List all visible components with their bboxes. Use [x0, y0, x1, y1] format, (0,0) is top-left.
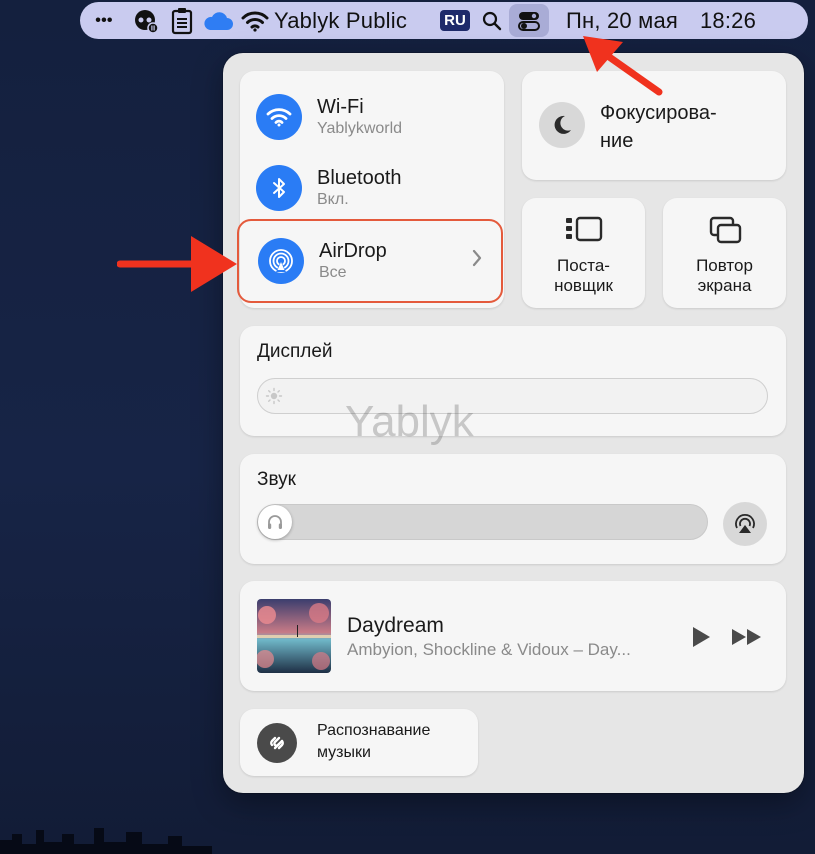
icloud-icon[interactable]	[200, 2, 236, 39]
screen-mirroring-label: Повтор экрана	[696, 256, 753, 295]
sun-icon	[265, 387, 283, 405]
airdrop-toggle[interactable]: AirDrop Все	[237, 219, 503, 303]
bluetooth-title: Bluetooth	[317, 167, 402, 189]
wifi-network: Yablykworld	[317, 120, 403, 137]
moon-icon	[539, 102, 585, 148]
wifi-status-icon[interactable]	[236, 2, 274, 39]
airdrop-title: AirDrop	[319, 240, 387, 262]
album-artwork	[257, 599, 331, 673]
airdrop-visibility: Все	[319, 264, 347, 281]
volume-slider-knob[interactable]	[258, 505, 292, 539]
bluetooth-toggle[interactable]: Bluetooth Вкл.	[256, 165, 402, 211]
shazam-icon	[257, 723, 297, 763]
headphones-icon	[268, 515, 282, 529]
airdrop-icon	[258, 238, 304, 284]
bluetooth-icon	[256, 165, 302, 211]
track-artist: Ambyion, Shockline & Vidoux – Day...	[347, 640, 631, 659]
wifi-toggle[interactable]: Wi-Fi Yablykworld	[256, 94, 402, 140]
display-label: Дисплей	[257, 341, 333, 362]
input-language-badge: RU	[440, 10, 470, 31]
input-source-menu[interactable]: RU	[432, 2, 478, 39]
connectivity-module: Wi-Fi Yablykworld Bluetooth Вкл. AirDrop…	[237, 71, 504, 308]
volume-slider[interactable]	[257, 504, 708, 540]
music-recognition-label: Распознавание музыки	[317, 722, 431, 761]
fast-forward-icon[interactable]	[731, 628, 763, 646]
bluetooth-status: Вкл.	[317, 191, 349, 208]
track-title: Daydream	[347, 614, 444, 637]
stage-manager-button[interactable]: Поста- новщик	[522, 198, 645, 308]
play-icon[interactable]	[690, 626, 712, 648]
music-recognition-button[interactable]: Распознавание музыки	[240, 709, 478, 776]
wifi-title: Wi-Fi	[317, 96, 364, 118]
stage-manager-icon	[566, 216, 603, 242]
more-menu-icon[interactable]: •••	[80, 2, 128, 39]
display-module: Дисплей	[240, 326, 786, 436]
airplay-audio-icon	[735, 514, 755, 533]
screen-mirroring-icon	[709, 216, 742, 244]
network-name[interactable]: Yablyk Public	[274, 2, 432, 39]
chevron-right-icon[interactable]	[471, 248, 483, 268]
now-playing-module: Daydream Ambyion, Shockline & Vidoux – D…	[240, 581, 786, 691]
menu-bar: ••• Yablyk Public RU Пн, 20 мая 18:26	[80, 2, 808, 39]
stage-manager-label: Поста- новщик	[554, 256, 613, 295]
control-center-button[interactable]	[506, 2, 552, 39]
sound-label: Звук	[257, 469, 296, 490]
annotation-arrow-control-center	[583, 36, 663, 96]
watermark: Yablyk	[345, 397, 474, 446]
brightness-slider[interactable]	[257, 378, 768, 414]
vpn-status-icon[interactable]	[128, 2, 164, 39]
focus-label: Фокусирова- ние	[600, 102, 717, 152]
airplay-audio-button[interactable]	[723, 502, 767, 546]
clipboard-icon[interactable]	[164, 2, 200, 39]
wifi-icon	[256, 94, 302, 140]
screen-mirroring-button[interactable]: Повтор экрана	[663, 198, 786, 308]
control-center-icon	[509, 4, 549, 37]
control-center-panel: Wi-Fi Yablykworld Bluetooth Вкл. AirDrop…	[223, 53, 804, 793]
sound-module: Звук	[240, 454, 786, 564]
city-skyline	[0, 828, 212, 854]
annotation-arrow-airdrop	[117, 236, 237, 292]
spotlight-search-icon[interactable]	[478, 2, 506, 39]
menu-time[interactable]: 18:26	[692, 2, 764, 39]
